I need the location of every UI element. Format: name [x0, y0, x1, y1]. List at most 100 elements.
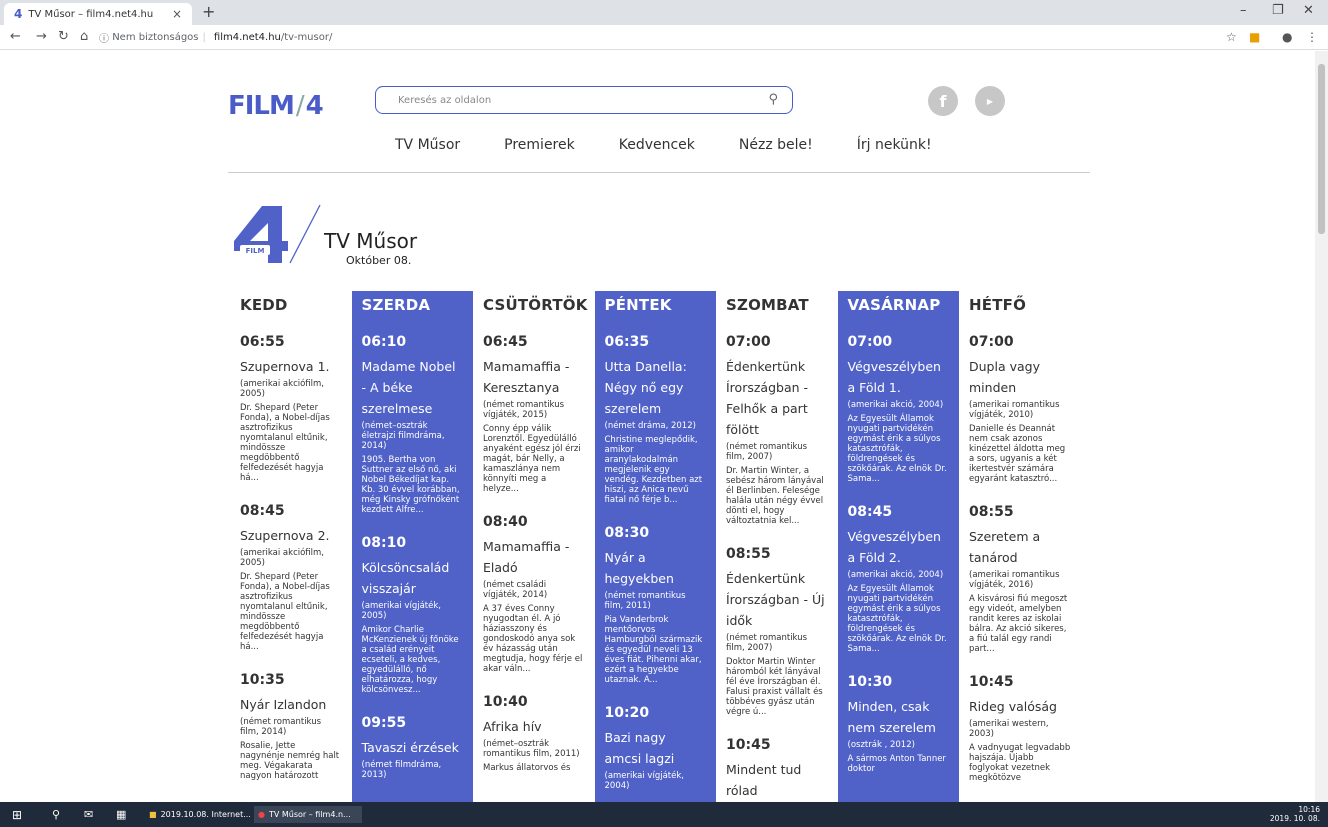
home-icon[interactable]: ⌂	[80, 29, 88, 44]
show-item[interactable]: 10:20 Bazi nagy amcsi lagzi (amerikai vígj…	[605, 705, 707, 791]
site-logo[interactable]: FILM/4	[228, 91, 324, 121]
show-meta: (amerikai vígjáték, 2005)	[361, 601, 441, 621]
forward-icon[interactable]: →	[36, 29, 47, 44]
show-description: Pia Vanderbrok mentőorvos Hamburgból szá…	[604, 615, 703, 685]
bookmark-star-icon[interactable]: ☆	[1226, 30, 1237, 44]
show-item[interactable]: 07:00 Dupla vagy minden (amerikai romantik…	[969, 334, 1071, 484]
show-time: 08:45	[847, 504, 893, 520]
search-input[interactable]	[398, 94, 738, 106]
show-meta: (amerikai akciófilm, 2005)	[240, 379, 324, 399]
show-item[interactable]: 10:35 Nyár Izlandon (német romantikus film…	[240, 672, 342, 781]
security-label: Nem biztonságos	[112, 32, 199, 43]
youtube-icon[interactable]: ▶	[975, 86, 1005, 116]
show-item[interactable]: 06:10 Madame Nobel - A béke szerelmese (né…	[362, 334, 464, 515]
menu-dots-icon[interactable]: ⋮	[1306, 30, 1318, 44]
close-tab-icon[interactable]: ×	[172, 7, 182, 21]
back-icon[interactable]: ←	[10, 29, 21, 44]
nav-kedvencek[interactable]: Kedvencek	[619, 137, 695, 153]
tab-title: TV Műsor – film4.net4.hu	[28, 8, 154, 20]
show-item[interactable]: 06:45 Mamamaffia - Keresztanya (német roma…	[483, 334, 585, 494]
show-time: 10:30	[847, 674, 893, 690]
show-item[interactable]: 08:40 Mamamaffia - Eladó (német családi ví…	[483, 514, 585, 674]
facebook-icon[interactable]: f	[928, 86, 958, 116]
show-time: 10:45	[969, 674, 1014, 690]
day-column: PÉNTEK 06:35 Utta Danella: Négy nő egy sze…	[594, 291, 716, 802]
show-item[interactable]: 08:55 Szeretem a tanárod (amerikai romanti…	[969, 504, 1071, 654]
show-description: Dr. Shepard (Peter Fonda), a Nobel-díjas…	[240, 572, 330, 652]
show-title[interactable]: Bazi nagy amcsi lagzi	[605, 727, 707, 769]
day-heading: SZOMBAT	[726, 296, 809, 314]
maximize-icon[interactable]: ❐	[1272, 3, 1284, 18]
show-item[interactable]: 08:45 Szupernova 2. (amerikai akciófilm, 2…	[240, 503, 342, 652]
mail-icon[interactable]: ✉	[84, 806, 93, 823]
nav-irj-nekunk[interactable]: Írj nekünk!	[857, 137, 932, 153]
show-time: 08:45	[240, 503, 285, 519]
reload-icon[interactable]: ↻	[58, 29, 69, 44]
taskbar-folder-item[interactable]: ■ 2019.10.08. Internet...	[145, 806, 251, 823]
info-icon[interactable]: ⓘ	[99, 30, 112, 45]
show-title[interactable]: Minden, csak nem szerelem	[848, 696, 950, 738]
browser-toolbar: ← → ↻ ⌂ ⓘ Nem biztonságos | film4.net4.h…	[0, 25, 1328, 50]
show-title[interactable]: Szeretem a tanárod	[969, 526, 1071, 568]
show-meta: (német romantikus film, 2007)	[726, 442, 808, 462]
show-item[interactable]: 09:55 Tavaszi érzések (német filmdráma, 20…	[362, 715, 464, 780]
show-time: 08:30	[604, 525, 650, 541]
minimize-icon[interactable]: –	[1240, 3, 1247, 18]
show-title[interactable]: Rideg valóság	[969, 696, 1071, 717]
chrome-icon: ●	[258, 810, 265, 819]
show-item[interactable]: 07:00 Végveszélyben a Föld 1. (amerikai ak…	[848, 334, 950, 484]
show-title[interactable]: Nyár Izlandon	[240, 694, 342, 715]
show-item[interactable]: 08:10 Kölcsöncsalád visszajár (amerikai ví…	[362, 535, 464, 695]
address-bar[interactable]: ⓘ Nem biztonságos | film4.net4.hu /tv-mu…	[99, 28, 1229, 47]
show-item[interactable]: 10:45 Mindent tud rólad	[726, 737, 828, 801]
show-description: Markus állatorvos és	[483, 763, 571, 773]
show-title[interactable]: Végveszélyben a Föld 1.	[848, 356, 950, 398]
show-title[interactable]: Szupernova 1.	[240, 356, 342, 377]
show-title[interactable]: Utta Danella: Négy nő egy szerelem	[605, 356, 707, 419]
extension-icon[interactable]: ■	[1249, 30, 1260, 44]
browser-tab-strip: 4 TV Műsor – film4.net4.hu × + – ❐ ✕	[0, 0, 1328, 25]
show-item[interactable]: 06:35 Utta Danella: Négy nő egy szerelem (…	[605, 334, 707, 505]
show-description: Dr. Shepard (Peter Fonda), a Nobel-díjas…	[240, 403, 330, 483]
show-title[interactable]: Mamamaffia - Eladó	[483, 536, 585, 578]
system-clock[interactable]: 10:16 2019. 10. 08.	[1270, 805, 1320, 823]
windows-start-icon[interactable]: ⊞	[12, 806, 22, 823]
show-item[interactable]: 06:55 Szupernova 1. (amerikai akciófilm, 2…	[240, 334, 342, 483]
show-time: 08:40	[483, 514, 528, 530]
show-item[interactable]: 08:55 Édenkertünk Írországban - Új idők (n…	[726, 546, 828, 717]
show-item[interactable]: 08:45 Végveszélyben a Föld 2. (amerikai ak…	[848, 504, 950, 654]
nav-premierek[interactable]: Premierek	[504, 137, 575, 153]
taskbar-chrome-item[interactable]: ● TV Műsor – film4.n...	[254, 806, 362, 823]
show-title[interactable]: Mindent tud rólad	[726, 759, 828, 801]
show-item[interactable]: 10:30 Minden, csak nem szerelem (osztrák ,…	[848, 674, 950, 774]
show-title[interactable]: Kölcsöncsalád visszajár	[362, 557, 464, 599]
search-icon[interactable]: ⚲	[768, 92, 778, 107]
show-title[interactable]: Édenkertünk Írországban - Új idők	[726, 568, 828, 631]
account-icon[interactable]: ●	[1282, 30, 1292, 44]
close-window-icon[interactable]: ✕	[1303, 3, 1314, 18]
search-taskbar-icon[interactable]: ⚲	[52, 806, 60, 823]
browser-tab[interactable]: 4 TV Műsor – film4.net4.hu ×	[4, 3, 192, 25]
show-item[interactable]: 10:45 Rideg valóság (amerikai western, 200…	[969, 674, 1071, 783]
show-title[interactable]: Édenkertünk Írországban - Felhők a part …	[726, 356, 828, 440]
show-title[interactable]: Madame Nobel - A béke szerelmese	[362, 356, 464, 419]
calculator-icon[interactable]: ▦	[116, 806, 126, 823]
show-item[interactable]: 08:30 Nyár a hegyekben (német romantikus f…	[605, 525, 707, 685]
scrollbar-thumb[interactable]	[1318, 64, 1325, 234]
show-title[interactable]: Nyár a hegyekben	[605, 547, 707, 589]
nav-nezz-bele[interactable]: Nézz bele!	[739, 137, 813, 153]
film4-big-logo-icon: FILM	[234, 204, 321, 264]
show-title[interactable]: Végveszélyben a Föld 2.	[848, 526, 950, 568]
show-item[interactable]: 10:40 Afrika hív (német–osztrák romantikus…	[483, 694, 585, 773]
new-tab-icon[interactable]: +	[202, 2, 215, 21]
show-title[interactable]: Tavaszi érzések	[362, 737, 464, 758]
show-time: 09:55	[361, 715, 407, 731]
show-title[interactable]: Afrika hív	[483, 716, 585, 737]
show-item[interactable]: 07:00 Édenkertünk Írországban - Felhők a …	[726, 334, 828, 526]
nav-tv-musor[interactable]: TV Műsor	[395, 137, 460, 153]
show-title[interactable]: Mamamaffia - Keresztanya	[483, 356, 585, 398]
show-title[interactable]: Szupernova 2.	[240, 525, 342, 546]
show-title[interactable]: Dupla vagy minden	[969, 356, 1071, 398]
show-time: 07:00	[847, 334, 893, 350]
show-description: Rosalie, Jette nagynénje nemrég halt meg…	[240, 741, 340, 781]
